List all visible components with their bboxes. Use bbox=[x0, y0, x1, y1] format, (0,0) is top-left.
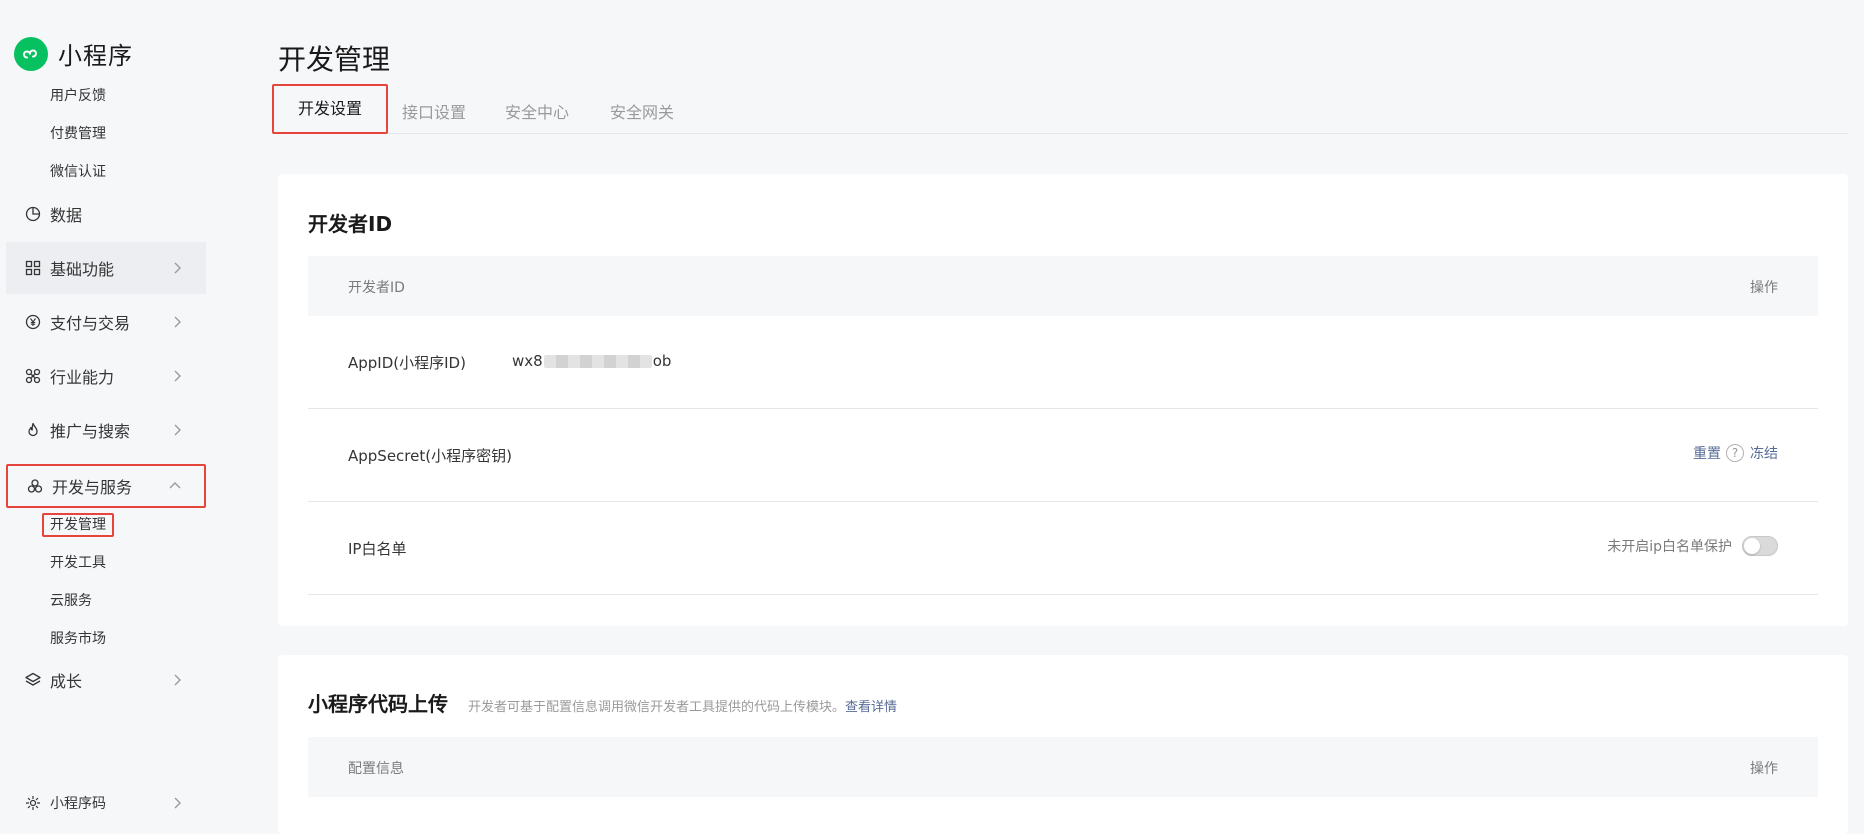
sidebar-item-payment-transaction[interactable]: 支付与交易 bbox=[6, 296, 206, 348]
appid-suffix: ob bbox=[652, 352, 672, 370]
pie-chart-icon bbox=[24, 205, 42, 223]
sidebar-item-cloud-service[interactable]: 云服务 bbox=[50, 591, 92, 611]
app-root: 小程序 用户反馈 付费管理 微信认证 数据 基础功能 支付与交易 行业能力 推广… bbox=[0, 0, 1864, 834]
sidebar-item-label: 基础功能 bbox=[50, 260, 115, 279]
tab-dev-settings[interactable]: 开发设置 bbox=[272, 84, 389, 134]
appid-prefix: wx8 bbox=[512, 352, 543, 370]
sidebar-item-wechat-verification[interactable]: 微信认证 bbox=[50, 162, 106, 182]
chevron-right-icon bbox=[174, 262, 181, 274]
card-title: 开发者ID bbox=[308, 212, 393, 236]
sidebar: 小程序 用户反馈 付费管理 微信认证 数据 基础功能 支付与交易 行业能力 推广… bbox=[0, 0, 214, 834]
brand[interactable]: 小程序 bbox=[14, 36, 133, 71]
chevron-right-icon bbox=[174, 316, 181, 328]
developer-id-card: 开发者ID 开发者ID 操作 AppID(小程序ID) wx8 ob AppSe… bbox=[278, 174, 1848, 626]
sidebar-item-data[interactable]: 数据 bbox=[6, 188, 206, 240]
sidebar-item-growth[interactable]: 成长 bbox=[6, 654, 206, 706]
sidebar-item-industry-capability[interactable]: 行业能力 bbox=[6, 350, 206, 402]
view-details-link[interactable]: 查看详情 bbox=[845, 700, 897, 715]
sidebar-item-dev-services[interactable]: 开发与服务 bbox=[6, 464, 206, 508]
card-title: 小程序代码上传 bbox=[308, 692, 448, 716]
ip-whitelist-toggle[interactable] bbox=[1742, 536, 1778, 556]
ip-whitelist-status: 未开启ip白名单保护 bbox=[1607, 539, 1732, 555]
sidebar-item-basic-functions[interactable]: 基础功能 bbox=[6, 242, 206, 294]
tab-api-settings[interactable]: 接口设置 bbox=[402, 84, 466, 134]
sidebar-item-service-market[interactable]: 服务市场 bbox=[50, 629, 106, 649]
card-description: 开发者可基于配置信息调用微信开发者工具提供的代码上传模块。查看详情 bbox=[468, 696, 897, 715]
sidebar-item-label: 开发与服务 bbox=[52, 478, 133, 497]
tab-bar: 开发设置 接口设置 安全中心 安全网关 bbox=[272, 84, 1848, 134]
chevron-right-icon bbox=[174, 424, 181, 436]
mini-program-logo-icon bbox=[14, 36, 48, 71]
column-header-actions: 操作 bbox=[1750, 761, 1778, 777]
column-header-config: 配置信息 bbox=[348, 761, 404, 777]
sidebar-item-dev-tools[interactable]: 开发工具 bbox=[50, 553, 106, 573]
table-row-appsecret: AppSecret(小程序密钥) 重置 ? 冻结 bbox=[308, 409, 1818, 502]
layers-icon bbox=[24, 671, 42, 689]
tab-security-gateway[interactable]: 安全网关 bbox=[610, 84, 674, 134]
page-title: 开发管理 bbox=[278, 43, 391, 76]
sidebar-item-label: 支付与交易 bbox=[50, 314, 131, 333]
sun-code-icon bbox=[24, 794, 42, 812]
sidebar-item-label: 推广与搜索 bbox=[50, 422, 131, 441]
yen-coin-icon bbox=[24, 313, 42, 331]
table-header: 配置信息 操作 bbox=[308, 737, 1818, 797]
appsecret-label: AppSecret(小程序密钥) bbox=[348, 447, 512, 465]
ip-whitelist-actions: 未开启ip白名单保护 bbox=[1607, 536, 1778, 556]
ip-whitelist-label: IP白名单 bbox=[348, 540, 407, 558]
sidebar-item-label: 成长 bbox=[50, 672, 83, 691]
flame-icon bbox=[24, 421, 42, 439]
sidebar-item-label: 数据 bbox=[50, 206, 83, 225]
chevron-right-icon bbox=[174, 370, 181, 382]
tab-security-center[interactable]: 安全中心 bbox=[505, 84, 569, 134]
chevron-up-icon bbox=[169, 482, 181, 489]
sidebar-item-dev-management[interactable]: 开发管理 bbox=[42, 513, 114, 537]
column-header-actions: 操作 bbox=[1750, 280, 1778, 296]
column-header-developer-id: 开发者ID bbox=[348, 280, 405, 296]
appid-value: wx8 ob bbox=[512, 352, 671, 370]
code-upload-card: 小程序代码上传 开发者可基于配置信息调用微信开发者工具提供的代码上传模块。查看详… bbox=[278, 655, 1848, 834]
table-row-ip-whitelist: IP白名单 未开启ip白名单保护 bbox=[308, 502, 1818, 595]
sidebar-item-promotion-search[interactable]: 推广与搜索 bbox=[6, 404, 206, 456]
command-icon bbox=[24, 367, 42, 385]
grid-icon bbox=[24, 259, 42, 277]
sidebar-item-label: 小程序码 bbox=[50, 796, 106, 812]
table-row-appid: AppID(小程序ID) wx8 ob bbox=[308, 316, 1818, 409]
brand-title: 小程序 bbox=[58, 42, 133, 70]
three-circles-icon bbox=[26, 477, 44, 495]
sidebar-item-label: 行业能力 bbox=[50, 368, 115, 387]
appsecret-actions: 重置 ? 冻结 bbox=[1693, 443, 1778, 463]
toggle-knob bbox=[1744, 538, 1760, 554]
chevron-right-icon bbox=[174, 797, 181, 809]
sidebar-item-user-feedback[interactable]: 用户反馈 bbox=[50, 86, 106, 106]
description-text: 开发者可基于配置信息调用微信开发者工具提供的代码上传模块。 bbox=[468, 700, 846, 715]
redacted-mask bbox=[543, 354, 652, 368]
sidebar-item-mini-program-code[interactable]: 小程序码 bbox=[6, 777, 206, 829]
freeze-link[interactable]: 冻结 bbox=[1750, 443, 1778, 463]
reset-link[interactable]: 重置 bbox=[1693, 443, 1721, 463]
help-question-icon[interactable]: ? bbox=[1726, 444, 1744, 462]
appid-label: AppID(小程序ID) bbox=[348, 354, 466, 372]
sidebar-item-payment-management[interactable]: 付费管理 bbox=[50, 124, 106, 144]
table-header: 开发者ID 操作 bbox=[308, 256, 1818, 316]
chevron-right-icon bbox=[174, 674, 181, 686]
